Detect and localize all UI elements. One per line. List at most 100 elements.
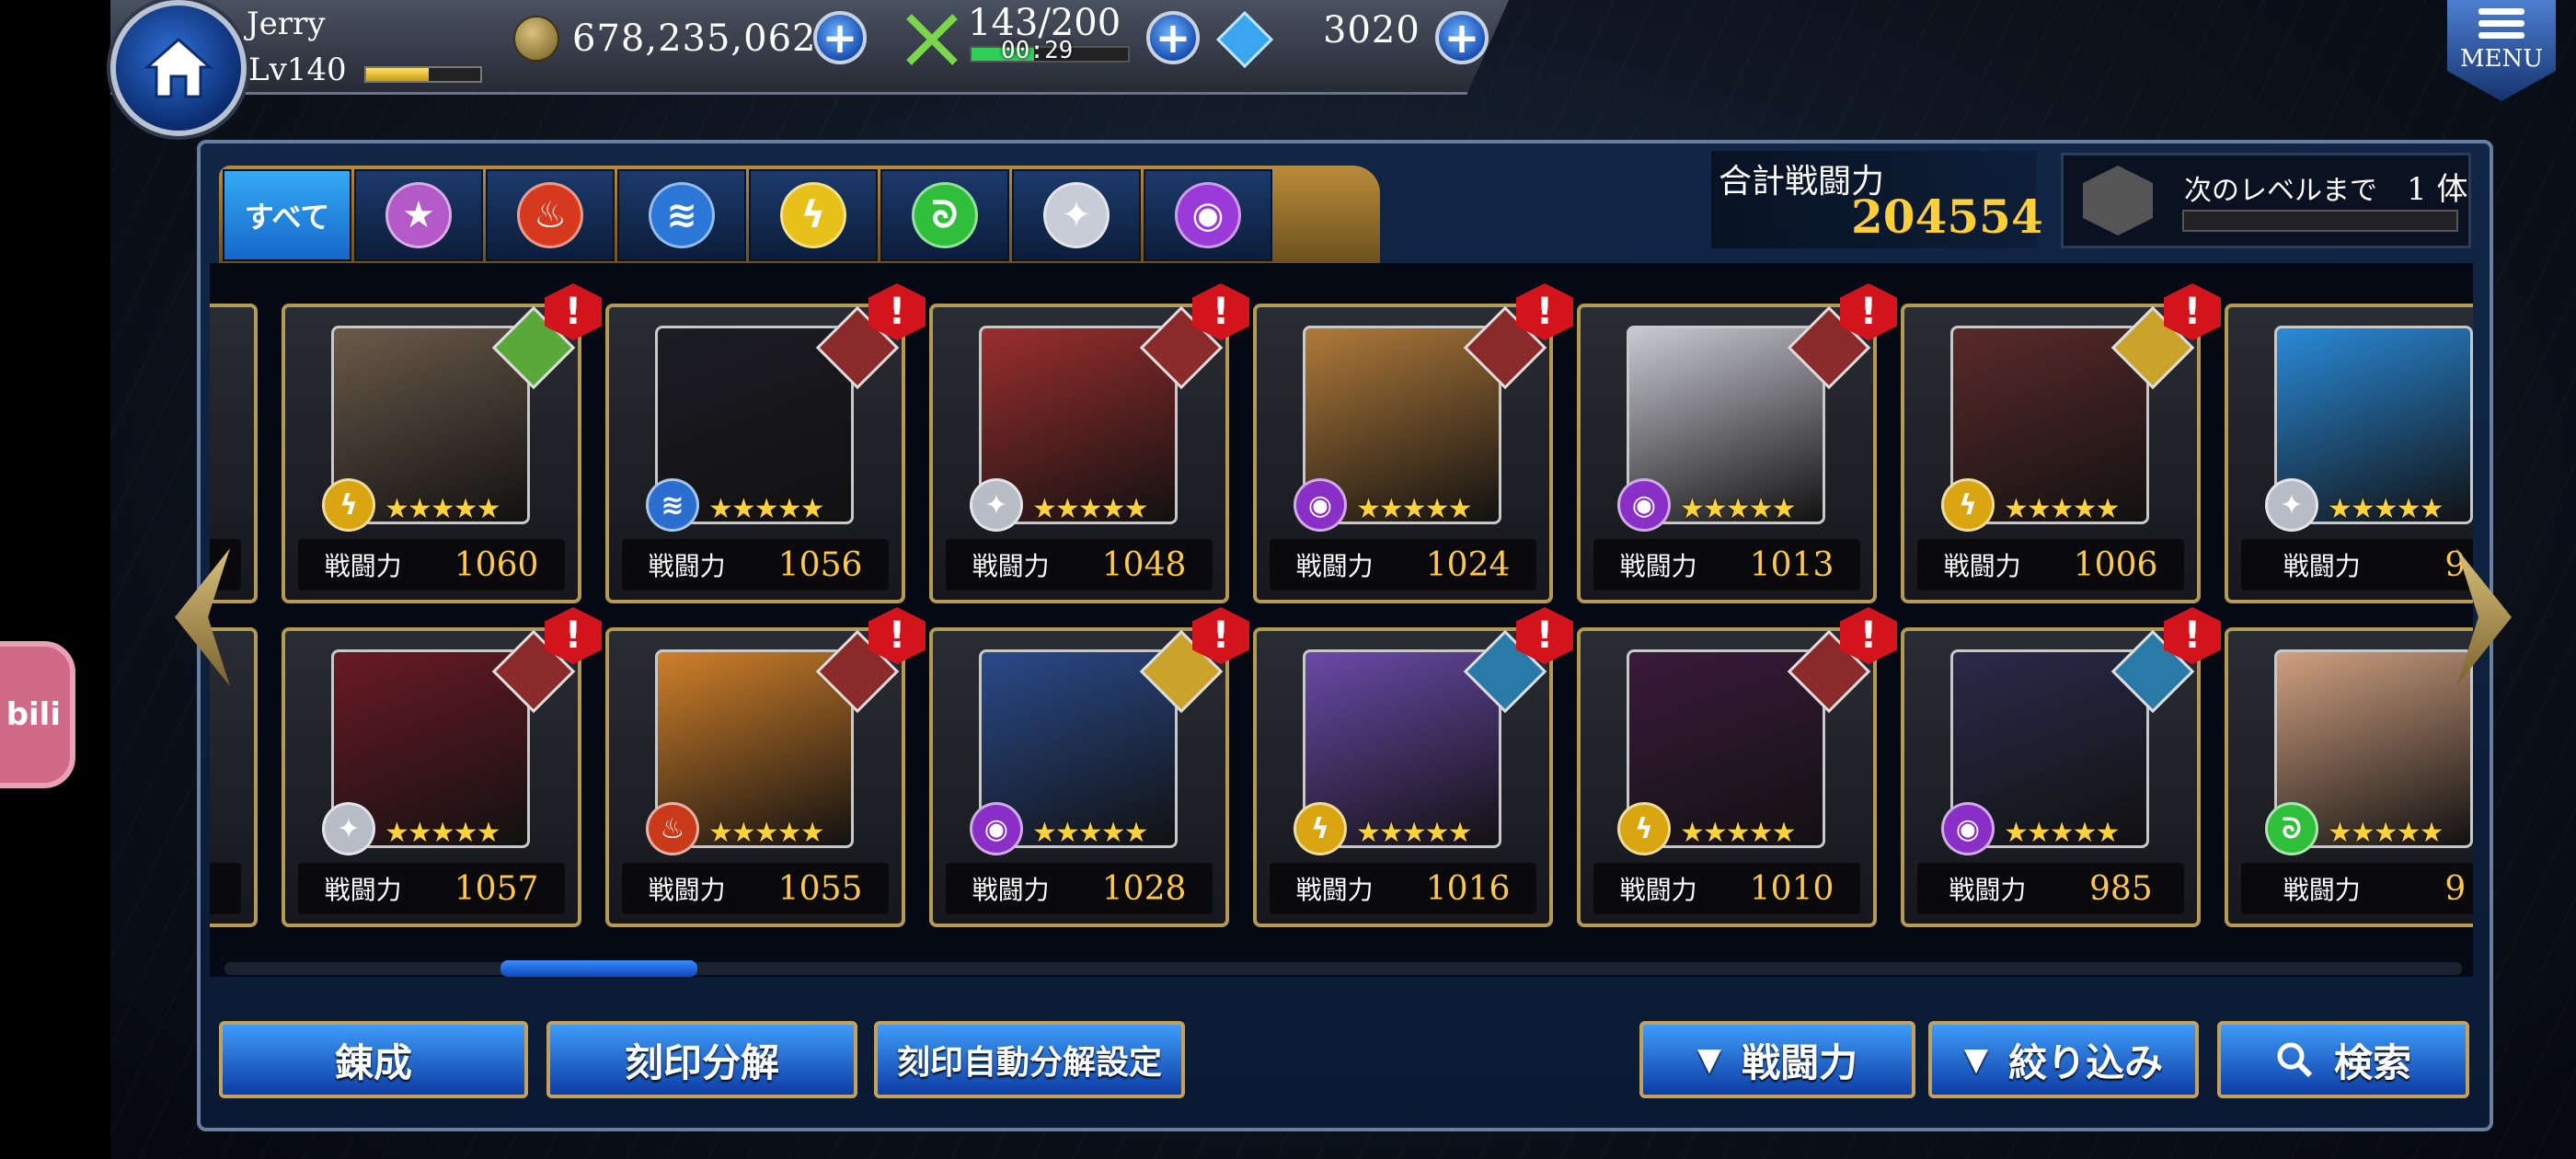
filter-button[interactable]: ▼ 絞り込み bbox=[1928, 1021, 2199, 1098]
tab-water[interactable]: ≋ bbox=[617, 169, 746, 261]
power-label: 戦闘力 bbox=[1619, 875, 1697, 905]
card-power-bar: 戦闘力 1006 bbox=[1917, 539, 2184, 591]
refine-button-label: 錬成 bbox=[334, 1039, 412, 1085]
fire-element-icon: ♨ bbox=[646, 802, 699, 855]
menu-hamburger-line bbox=[2478, 20, 2524, 27]
menu-button[interactable]: MENU bbox=[2442, 0, 2561, 110]
light-element-icon: ✦ bbox=[1043, 182, 1110, 248]
add-gold-button[interactable]: + bbox=[813, 11, 867, 64]
add-stamina-button[interactable]: + bbox=[1146, 11, 1200, 64]
card-power-bar: 戦闘力 1013 bbox=[1593, 539, 1860, 591]
power-label: 戦闘力 bbox=[2283, 875, 2361, 905]
power-label: 戦闘力 bbox=[972, 551, 1050, 581]
power-label: 戦闘力 bbox=[1295, 875, 1374, 905]
power-value: 1057 bbox=[454, 869, 539, 908]
power-label: 戦闘力 bbox=[2283, 551, 2361, 581]
card-power-bar: 戦闘力84 bbox=[210, 863, 241, 914]
rarity-stars: ★★★★★ bbox=[1356, 817, 1472, 849]
next-level-bar bbox=[2182, 210, 2458, 232]
menu-hamburger-line bbox=[2478, 32, 2524, 39]
tab-star[interactable]: ★ bbox=[354, 169, 483, 261]
character-card[interactable]: ★★★★★ ≋! 戦闘力 1056 bbox=[605, 283, 926, 603]
card-power-bar: 戦闘力 985 bbox=[1917, 863, 2184, 914]
character-card[interactable]: ★★★★★ ◉! 戦闘力 1013 bbox=[1577, 283, 1897, 603]
character-card[interactable]: ★★★★★ ◉! 戦闘力 985 bbox=[1901, 607, 2221, 927]
rarity-stars: ★★★★★ bbox=[2004, 817, 2120, 849]
sort-power-button[interactable]: ▼ 戦闘力 bbox=[1639, 1021, 1915, 1098]
tab-fire[interactable]: ♨ bbox=[486, 169, 615, 261]
tab-all[interactable]: すべて bbox=[223, 169, 351, 261]
card-power-bar: 戦闘力 1010 bbox=[1593, 863, 1860, 914]
character-card[interactable]: 戦闘力50 bbox=[210, 304, 258, 603]
thunder-element-icon: ϟ bbox=[780, 182, 846, 248]
card-power-bar: 戦闘力 9 bbox=[2241, 539, 2473, 591]
light-element-icon: ✦ bbox=[970, 478, 1023, 532]
add-gem-button[interactable]: + bbox=[1435, 11, 1489, 64]
rarity-stars: ★★★★★ bbox=[1680, 817, 1796, 849]
next-level-value: 1 体 bbox=[2407, 171, 2468, 208]
power-label: 戦闘力 bbox=[972, 875, 1050, 905]
chevron-down-icon: ▼ bbox=[1696, 1041, 1722, 1078]
power-value: 1048 bbox=[1101, 545, 1187, 584]
power-label: 戦闘力 bbox=[1943, 551, 2021, 581]
character-card[interactable]: ★★★★★ ✦! 戦闘力 1048 bbox=[929, 283, 1249, 603]
tab-wind[interactable]: ᘐ bbox=[880, 169, 1009, 261]
character-card[interactable]: 戦闘力84 bbox=[210, 627, 258, 927]
rarity-stars: ★★★★★ bbox=[385, 493, 500, 525]
rarity-stars: ★★★★★ bbox=[1032, 817, 1148, 849]
power-value: 1006 bbox=[2073, 545, 2158, 584]
card-power-bar: 戦闘力 1048 bbox=[946, 539, 1213, 591]
disassemble-button[interactable]: 刻印分解 bbox=[546, 1021, 857, 1098]
character-card[interactable]: ★★★★★ ϟ! 戦闘力 1006 bbox=[1901, 283, 2221, 603]
light-element-icon: ✦ bbox=[322, 802, 375, 855]
rarity-stars: ★★★★★ bbox=[2328, 493, 2444, 525]
rarity-stars: ★★★★★ bbox=[385, 817, 500, 849]
wind-element-icon: ᘐ bbox=[2265, 802, 2318, 855]
power-label: 戦闘力 bbox=[1619, 551, 1697, 581]
card-power-bar: 戦闘力 1028 bbox=[946, 863, 1213, 914]
character-card[interactable]: ★★★★★ ✦ 戦闘力 9 bbox=[2225, 304, 2473, 603]
xp-bar bbox=[364, 66, 482, 83]
bilibili-floating-widget[interactable]: bili bbox=[0, 641, 75, 788]
rarity-stars: ★★★★★ bbox=[1356, 493, 1472, 525]
character-card[interactable]: ★★★★★ ϟ! 戦闘力 1016 bbox=[1253, 607, 1573, 927]
character-card[interactable]: ★★★★★ ♨! 戦闘力 1055 bbox=[605, 607, 926, 927]
power-label: 戦闘力 bbox=[648, 875, 726, 905]
home-button[interactable] bbox=[110, 0, 247, 136]
dark-element-icon: ◉ bbox=[1294, 478, 1347, 532]
tab-dark[interactable]: ◉ bbox=[1144, 169, 1272, 261]
left-margin bbox=[0, 0, 110, 1159]
character-card[interactable]: ★★★★★ ϟ! 戦闘力 1060 bbox=[282, 283, 602, 603]
power-value: 985 bbox=[2088, 869, 2153, 908]
character-card[interactable]: ★★★★★ ◉! 戦闘力 1024 bbox=[1253, 283, 1573, 603]
search-button[interactable]: 検索 bbox=[2217, 1021, 2469, 1098]
tab-all-label: すべて bbox=[244, 200, 330, 235]
character-grid: 戦闘力50★★★★★ϟ!戦闘力1060★★★★★≋!戦闘力1056★★★★★✦!… bbox=[210, 263, 2473, 977]
character-card[interactable]: ★★★★★ ◉! 戦闘力 1028 bbox=[929, 607, 1249, 927]
power-label: 戦闘力 bbox=[1295, 551, 1374, 581]
character-card[interactable]: ★★★★★ ϟ! 戦闘力 1010 bbox=[1577, 607, 1897, 927]
card-power-bar: 戦闘力 9 bbox=[2241, 863, 2473, 914]
power-value: 9 bbox=[2444, 869, 2467, 908]
thunder-element-icon: ϟ bbox=[1617, 802, 1671, 855]
scrollbar-thumb[interactable] bbox=[500, 960, 697, 977]
gem-value: 3020 bbox=[1323, 9, 1420, 52]
sort-button-label: 戦闘力 bbox=[1742, 1039, 1858, 1085]
character-card[interactable]: ★★★★★ ✦! 戦闘力 1057 bbox=[282, 607, 602, 927]
tab-thunder[interactable]: ϟ bbox=[749, 169, 878, 261]
power-value: 1056 bbox=[777, 545, 863, 584]
refine-button[interactable]: 錬成 bbox=[219, 1021, 528, 1098]
power-value: 1055 bbox=[777, 869, 863, 908]
power-value: 1013 bbox=[1749, 545, 1834, 584]
thunder-element-icon: ϟ bbox=[322, 478, 375, 532]
auto-disassemble-settings-button[interactable]: 刻印自動分解設定 bbox=[874, 1021, 1185, 1098]
dark-element-icon: ◉ bbox=[1617, 478, 1671, 532]
character-card[interactable]: ★★★★★ ᘐ 戦闘力 9 bbox=[2225, 627, 2473, 927]
search-button-label: 検索 bbox=[2333, 1039, 2411, 1085]
tab-light[interactable]: ✦ bbox=[1012, 169, 1141, 261]
rarity-stars: ★★★★★ bbox=[1680, 493, 1796, 525]
gold-coin-icon bbox=[513, 16, 559, 62]
element-filter-tabs: すべて ★ ♨ ≋ ϟ ᘐ ✦ ◉ bbox=[219, 166, 1380, 265]
power-value: 1060 bbox=[454, 545, 539, 584]
thunder-element-icon: ϟ bbox=[1941, 478, 1995, 532]
